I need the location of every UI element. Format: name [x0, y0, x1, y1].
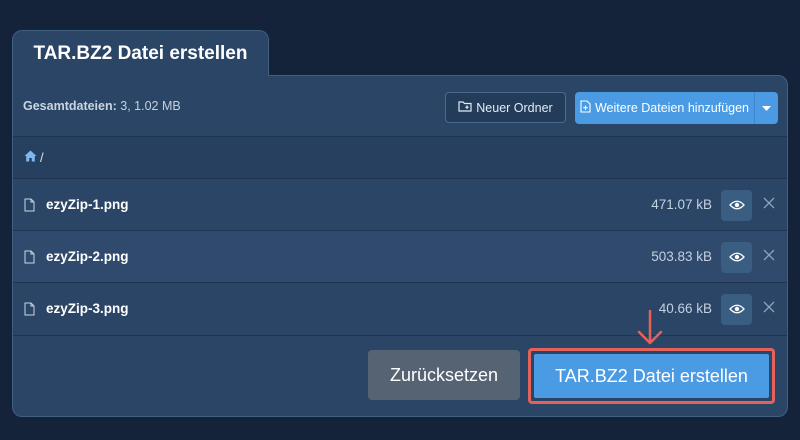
- folder-plus-icon: [458, 100, 472, 115]
- file-icon: [24, 302, 35, 321]
- tab-create-tarbz2[interactable]: TAR.BZ2 Datei erstellen: [12, 30, 269, 76]
- preview-button[interactable]: [721, 190, 752, 221]
- eye-icon: [728, 197, 745, 215]
- file-row: ezyZip-1.png 471.07 kB: [13, 178, 787, 230]
- preview-button[interactable]: [721, 242, 752, 273]
- close-icon: [763, 196, 775, 214]
- file-size: 471.07 kB: [651, 197, 712, 212]
- create-archive-label: TAR.BZ2 Datei erstellen: [555, 365, 748, 386]
- close-icon: [763, 300, 775, 318]
- file-size: 503.83 kB: [651, 249, 712, 264]
- arrow-down-icon: [636, 309, 664, 351]
- file-name: ezyZip-2.png: [46, 249, 129, 264]
- file-icon: [24, 198, 35, 217]
- remove-file-button[interactable]: [760, 196, 778, 214]
- footer-divider: [13, 335, 787, 336]
- home-icon[interactable]: [24, 150, 37, 165]
- reset-button[interactable]: Zurücksetzen: [368, 350, 520, 400]
- new-folder-button[interactable]: Neuer Ordner: [445, 92, 566, 123]
- summary-value: 3, 1.02 MB: [116, 99, 181, 113]
- remove-file-button[interactable]: [760, 300, 778, 318]
- tab-title: TAR.BZ2 Datei erstellen: [33, 42, 248, 64]
- file-name: ezyZip-3.png: [46, 301, 129, 316]
- eye-icon: [728, 301, 745, 319]
- file-icon: [24, 250, 35, 269]
- reset-label: Zurücksetzen: [389, 364, 499, 385]
- add-files-button[interactable]: Weitere Dateien hinzufügen: [575, 92, 778, 124]
- add-files-dropdown-toggle[interactable]: [754, 92, 778, 124]
- file-summary: Gesamtdateien: 3, 1.02 MB: [23, 99, 181, 113]
- file-name: ezyZip-1.png: [46, 197, 129, 212]
- new-folder-label: Neuer Ordner: [476, 100, 553, 115]
- summary-label: Gesamtdateien:: [23, 99, 117, 113]
- add-files-label: Weitere Dateien hinzufügen: [594, 101, 750, 115]
- create-archive-inner[interactable]: TAR.BZ2 Datei erstellen: [534, 354, 769, 398]
- eye-icon: [728, 249, 745, 267]
- create-archive-button[interactable]: TAR.BZ2 Datei erstellen: [528, 348, 775, 404]
- toolbar: Gesamtdateien: 3, 1.02 MB Neuer Ordner W…: [13, 76, 787, 137]
- remove-file-button[interactable]: [760, 248, 778, 266]
- file-panel: Gesamtdateien: 3, 1.02 MB Neuer Ordner W…: [12, 75, 788, 417]
- breadcrumb: /: [13, 137, 787, 178]
- file-plus-icon: [580, 100, 591, 116]
- caret-down-icon: [762, 101, 771, 115]
- file-row: ezyZip-3.png 40.66 kB: [13, 282, 787, 334]
- close-icon: [763, 248, 775, 266]
- file-row: ezyZip-2.png 503.83 kB: [13, 230, 787, 282]
- file-size: 40.66 kB: [658, 301, 712, 316]
- preview-button[interactable]: [721, 294, 752, 325]
- breadcrumb-path: /: [40, 150, 44, 165]
- add-files-main[interactable]: Weitere Dateien hinzufügen: [575, 92, 754, 124]
